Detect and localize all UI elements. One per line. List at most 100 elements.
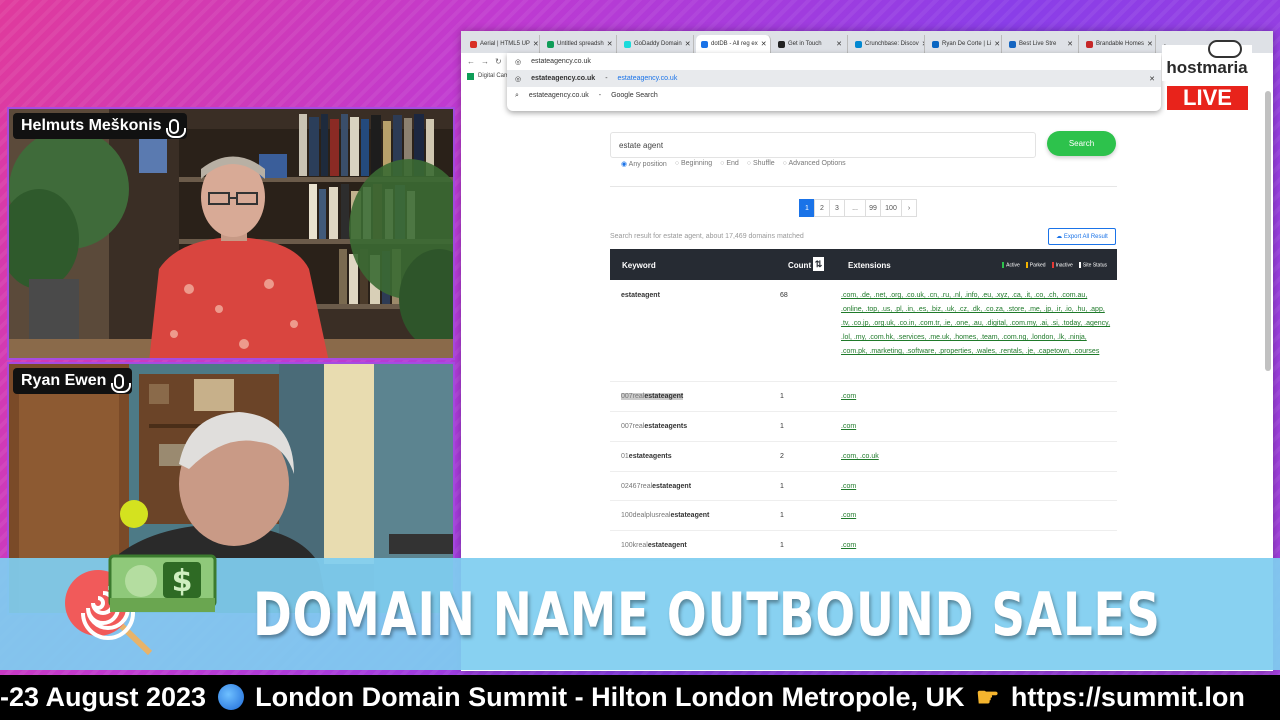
browser-tab[interactable]: Aerial | HTML5 UP ✕ <box>465 35 540 53</box>
row-keyword[interactable]: 02467realestateagent <box>621 483 691 490</box>
browser-tab[interactable]: Crunchbase: Discov✕ <box>850 35 925 53</box>
browser-tab[interactable]: Brandable Homes ✕ <box>1081 35 1156 53</box>
table-row[interactable]: 007realestateagents 1 .com <box>610 412 1117 442</box>
row-extensions[interactable]: .com <box>841 420 1111 434</box>
search-button[interactable]: Search <box>1047 131 1116 156</box>
header-keyword[interactable]: Keyword <box>622 261 656 270</box>
video-feed-helmuts: Helmuts Meškonis <box>7 107 455 360</box>
close-tab-icon[interactable]: ✕ <box>1147 40 1153 48</box>
row-extensions[interactable]: .com <box>841 480 1111 494</box>
browser-tab[interactable]: Ryan De Corte | Li ✕ <box>927 35 1002 53</box>
page-button[interactable]: ... <box>844 199 866 217</box>
row-keyword[interactable]: 01estateagents <box>621 453 672 460</box>
row-count: 2 <box>780 453 784 460</box>
participant-name: Helmuts Meškonis <box>21 117 162 134</box>
search-option-radio[interactable]: ○ Shuffle <box>747 160 775 168</box>
tab-label: dotDB - All reg ex <box>711 41 758 47</box>
tab-favicon-icon <box>1009 40 1016 48</box>
banner-title: DOMAIN NAME OUTBOUND SALES <box>253 580 1161 650</box>
search-option-radio[interactable]: ◉ Any position <box>621 160 667 168</box>
header-count[interactable]: Count <box>788 261 811 270</box>
search-option-radio[interactable]: ○ End <box>720 160 739 168</box>
page-button[interactable]: › <box>901 199 917 217</box>
row-keyword[interactable]: 100krealestateagent <box>621 542 687 549</box>
omnibox-suggestion[interactable]: ⌕ estateagency.co.uk - Google Search <box>507 87 1161 104</box>
row-keyword[interactable]: 100dealplusrealestateagent <box>621 512 709 519</box>
close-tab-icon[interactable]: ✕ <box>761 40 767 48</box>
tab-favicon-icon <box>470 40 477 48</box>
radio-icon: ○ <box>746 160 752 167</box>
suggestion-main: estateagency.co.uk <box>528 92 589 99</box>
legend-item: Inactive <box>1051 262 1073 268</box>
browser-tab[interactable]: Best Live Stre ✕ <box>1004 35 1079 53</box>
tab-favicon-icon <box>855 40 862 48</box>
browser-tab-bar: Aerial | HTML5 UP ✕ Untitled spreadsh ✕ GoDa… <box>461 31 1273 53</box>
page-button[interactable]: 1 <box>799 199 815 217</box>
row-extensions[interactable]: .com <box>841 390 1111 404</box>
option-label: Any position <box>628 161 667 168</box>
page-button[interactable]: 3 <box>829 199 845 217</box>
forward-icon[interactable]: → <box>481 57 489 66</box>
close-tab-icon[interactable]: ✕ <box>836 40 842 48</box>
sort-icon[interactable]: ⇅ <box>813 257 824 271</box>
microphone-icon <box>166 118 187 138</box>
participant-name: Ryan Ewen <box>21 372 107 389</box>
participant-name-tag: Ryan Ewen <box>13 368 133 394</box>
close-tab-icon[interactable]: ✕ <box>994 40 1000 48</box>
table-row[interactable]: 007realestateagent 1 .com <box>610 382 1117 412</box>
browser-tab[interactable]: GoDaddy Domain ✕ <box>619 35 694 53</box>
browser-tab[interactable]: Untitled spreadsh ✕ <box>542 35 617 53</box>
legend-swatch <box>1051 262 1054 268</box>
option-label: Beginning <box>681 160 713 167</box>
table-row[interactable]: 100dealplusrealestateagent 1 .com <box>610 501 1117 531</box>
microphone-icon <box>111 373 132 393</box>
omnibox-suggestion[interactable]: ◎ estateagency.co.uk - estateagency.co.u… <box>507 70 1161 87</box>
export-all-button[interactable]: ☁ Export All Result <box>1048 228 1116 245</box>
page-button[interactable]: 100 <box>880 199 902 217</box>
header-extensions[interactable]: Extensions <box>848 261 891 270</box>
domain-search-input[interactable]: estate agent <box>610 132 1036 158</box>
omnibox-input[interactable]: ◎ estateagency.co.uk <box>507 53 1161 70</box>
ticker-date: -23 August 2023 <box>0 682 207 712</box>
close-tab-icon[interactable]: ✕ <box>1067 40 1073 48</box>
table-row[interactable]: 01estateagents 2 .com, .co.uk <box>610 442 1117 472</box>
tab-label: Ryan De Corte | Li <box>942 41 992 47</box>
row-keyword[interactable]: 007realestateagents <box>621 423 687 430</box>
keyword-match: estateagent <box>670 512 710 519</box>
page-button[interactable]: 2 <box>814 199 830 217</box>
table-row[interactable]: estateagent 68 .com, .de, .net, .org, .co.… <box>610 280 1117 382</box>
close-tab-icon[interactable]: ✕ <box>533 40 539 48</box>
table-row[interactable]: 100krealestateagent 1 .com <box>610 531 1117 561</box>
remove-suggestion-icon[interactable]: ✕ <box>1149 75 1155 83</box>
row-extensions[interactable]: .com, .de, .net, .org, .co.uk, .cn, .ru,… <box>841 289 1111 359</box>
suggestion-separator: - <box>598 92 602 99</box>
scrollbar[interactable] <box>1265 91 1271 371</box>
radio-icon: ○ <box>782 160 787 167</box>
cloud-download-icon: ☁ <box>1056 234 1064 240</box>
row-extensions[interactable]: .com <box>841 539 1111 553</box>
suggestion-main: estateagency.co.uk <box>531 75 596 82</box>
row-extensions[interactable]: .com <box>841 509 1111 523</box>
row-keyword[interactable]: 007realestateagent <box>621 393 684 400</box>
legend-swatch <box>1078 262 1081 268</box>
row-count: 1 <box>780 423 784 430</box>
result-info: Search result for estate agent, about 17… <box>610 233 804 240</box>
close-tab-icon[interactable]: ✕ <box>685 40 691 48</box>
keyword-prefix: 100kreal <box>621 542 648 549</box>
close-tab-icon[interactable]: ✕ <box>607 40 613 48</box>
search-option-radio[interactable]: ○ Advanced Options <box>783 160 846 168</box>
browser-tab[interactable]: dotDB - All reg ex ✕ <box>696 35 771 53</box>
omnibox-dropdown: ◎ estateagency.co.uk ◎ estateagency.co.u… <box>507 53 1161 111</box>
browser-tab[interactable]: Get in Touch ✕ <box>773 35 848 53</box>
row-keyword[interactable]: estateagent <box>621 292 660 299</box>
back-icon[interactable]: ← <box>467 57 475 66</box>
reload-icon[interactable]: ↻ <box>495 57 502 66</box>
globe-icon <box>217 684 244 710</box>
page-button[interactable]: 99 <box>865 199 881 217</box>
table-row[interactable]: 02467realestateagent 1 .com <box>610 472 1117 501</box>
export-label: Export All Result <box>1063 233 1108 240</box>
search-option-radio[interactable]: ○ Beginning <box>675 160 712 168</box>
close-tab-icon[interactable]: ✕ <box>922 40 924 48</box>
suggestion-sub: Google Search <box>611 92 658 99</box>
row-extensions[interactable]: .com, .co.uk <box>841 450 1111 464</box>
